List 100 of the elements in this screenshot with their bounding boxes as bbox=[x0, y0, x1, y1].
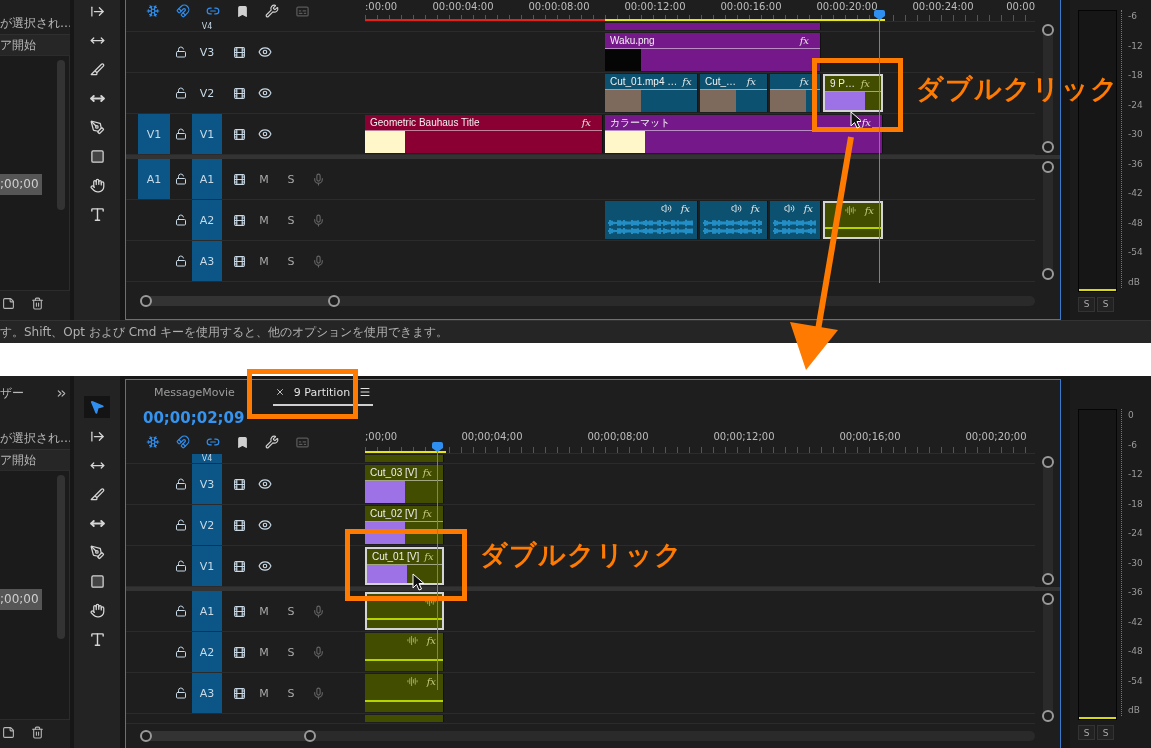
mute-button[interactable]: M bbox=[254, 213, 274, 227]
eye-icon[interactable] bbox=[258, 86, 272, 100]
mic-icon[interactable] bbox=[311, 686, 325, 700]
pointer-icon[interactable] bbox=[84, 396, 110, 418]
film-icon[interactable] bbox=[232, 686, 246, 700]
column-header[interactable]: ア開始 bbox=[0, 34, 70, 55]
film-icon[interactable] bbox=[232, 604, 246, 618]
source-patch[interactable]: V1 bbox=[138, 114, 170, 154]
trash-icon[interactable] bbox=[31, 726, 44, 739]
clip[interactable] bbox=[605, 23, 821, 30]
marker-icon[interactable] bbox=[236, 4, 249, 18]
lock-icon[interactable] bbox=[175, 128, 187, 140]
film-icon[interactable] bbox=[232, 86, 246, 100]
mute-button[interactable]: M bbox=[254, 686, 274, 700]
track-target[interactable]: A2 bbox=[192, 200, 222, 240]
solo-button[interactable]: S bbox=[281, 254, 301, 268]
video-clip[interactable]: Geometric Bauhaus Title fx bbox=[365, 115, 603, 153]
track-target[interactable]: A1 bbox=[192, 159, 222, 199]
video-clip[interactable]: Cut_01 [V] fx bbox=[365, 547, 444, 585]
mute-button[interactable]: M bbox=[254, 645, 274, 659]
solo-button[interactable]: S bbox=[1097, 725, 1114, 740]
track-target[interactable]: V3 bbox=[192, 464, 222, 504]
track-target[interactable]: A2 bbox=[192, 632, 222, 672]
column-header[interactable]: ア開始 bbox=[0, 449, 70, 470]
film-icon[interactable] bbox=[232, 559, 246, 573]
list-row[interactable]: ;00;00 bbox=[0, 589, 42, 610]
solo-button[interactable]: S bbox=[281, 604, 301, 618]
note-icon[interactable] bbox=[2, 726, 15, 739]
playhead[interactable] bbox=[874, 10, 885, 283]
audio-clip[interactable]: fx bbox=[770, 201, 821, 239]
audio-clip[interactable]: fx bbox=[700, 201, 768, 239]
track-target[interactable]: V2 bbox=[192, 505, 222, 545]
lock-icon[interactable] bbox=[175, 605, 187, 617]
horizontal-scrollbar[interactable] bbox=[140, 731, 1035, 741]
solo-button[interactable]: S bbox=[1078, 725, 1095, 740]
vertical-scrollbar[interactable] bbox=[1042, 456, 1053, 585]
track-target[interactable]: V3 bbox=[192, 32, 222, 72]
lock-icon[interactable] bbox=[175, 478, 187, 490]
magnet-icon[interactable] bbox=[176, 435, 190, 449]
audio-clip[interactable]: fx bbox=[605, 201, 698, 239]
mic-icon[interactable] bbox=[311, 604, 325, 618]
audio-clip[interactable]: fx bbox=[365, 633, 444, 671]
source-patch[interactable]: A1 bbox=[138, 159, 170, 199]
lock-icon[interactable] bbox=[175, 46, 187, 58]
settings-icon[interactable] bbox=[265, 435, 279, 449]
lock-icon[interactable] bbox=[175, 214, 187, 226]
trash-icon[interactable] bbox=[31, 297, 44, 310]
eye-icon[interactable] bbox=[258, 477, 272, 491]
lock-icon[interactable] bbox=[175, 687, 187, 699]
mic-icon[interactable] bbox=[311, 254, 325, 268]
eye-icon[interactable] bbox=[258, 518, 272, 532]
solo-button[interactable]: S bbox=[281, 686, 301, 700]
film-icon[interactable] bbox=[232, 45, 246, 59]
track-target[interactable]: A3 bbox=[192, 673, 222, 713]
scrollbar[interactable] bbox=[57, 60, 65, 210]
magnet-icon[interactable] bbox=[176, 4, 190, 18]
lock-icon[interactable] bbox=[175, 87, 187, 99]
sequence-tab[interactable]: 9 Partition bbox=[272, 380, 374, 406]
mic-icon[interactable] bbox=[311, 213, 325, 227]
vertical-scrollbar[interactable] bbox=[1042, 593, 1053, 722]
mute-button[interactable]: M bbox=[254, 254, 274, 268]
menu-icon[interactable] bbox=[359, 386, 372, 398]
link-icon[interactable] bbox=[206, 4, 220, 18]
track-target[interactable]: V1 bbox=[192, 114, 222, 154]
film-icon[interactable] bbox=[232, 172, 246, 186]
lock-icon[interactable] bbox=[175, 646, 187, 658]
track-target[interactable]: A1 bbox=[192, 591, 222, 631]
note-icon[interactable] bbox=[2, 297, 15, 310]
link-icon[interactable] bbox=[206, 435, 220, 449]
snowflake-icon[interactable] bbox=[146, 4, 160, 18]
video-clip[interactable]: Cut_03 [V] fx bbox=[365, 465, 444, 503]
solo-button[interactable]: S bbox=[281, 213, 301, 227]
list-row[interactable]: ;00;00 bbox=[0, 174, 42, 195]
vertical-scrollbar[interactable] bbox=[1042, 161, 1053, 280]
timecode[interactable]: 00;00;02;09 bbox=[126, 406, 1060, 430]
film-icon[interactable] bbox=[232, 254, 246, 268]
film-icon[interactable] bbox=[232, 645, 246, 659]
time-ruler[interactable]: :00:00 00:00:04:00 00:00:08:00 00:00:12:00 00:00:16:00 00:00:20:00 00:00:24:00 00:00 bbox=[365, 0, 1035, 22]
solo-button[interactable]: S bbox=[281, 172, 301, 186]
lock-icon[interactable] bbox=[175, 173, 187, 185]
video-clip[interactable]: 9 P… fx bbox=[823, 74, 883, 112]
mute-button[interactable]: M bbox=[254, 172, 274, 186]
audio-clip[interactable]: fx bbox=[365, 674, 444, 712]
settings-icon[interactable] bbox=[265, 4, 279, 18]
film-icon[interactable] bbox=[232, 477, 246, 491]
mic-icon[interactable] bbox=[311, 172, 325, 186]
clip[interactable] bbox=[365, 455, 444, 462]
film-icon[interactable] bbox=[232, 518, 246, 532]
solo-button[interactable]: S bbox=[1097, 296, 1114, 312]
video-clip[interactable]: Cut_01.mp4 … fx bbox=[605, 74, 698, 112]
mute-button[interactable]: M bbox=[254, 604, 274, 618]
video-clip[interactable]: カラーマット fx bbox=[605, 115, 883, 153]
snowflake-icon[interactable] bbox=[146, 435, 160, 449]
close-icon[interactable] bbox=[274, 387, 285, 397]
eye-icon[interactable] bbox=[258, 45, 272, 59]
film-icon[interactable] bbox=[232, 213, 246, 227]
solo-button[interactable]: S bbox=[1078, 296, 1095, 312]
marker-icon[interactable] bbox=[236, 435, 249, 449]
video-clip[interactable]: Cut_… fx bbox=[700, 74, 768, 112]
track-target[interactable]: V4 bbox=[192, 22, 222, 31]
